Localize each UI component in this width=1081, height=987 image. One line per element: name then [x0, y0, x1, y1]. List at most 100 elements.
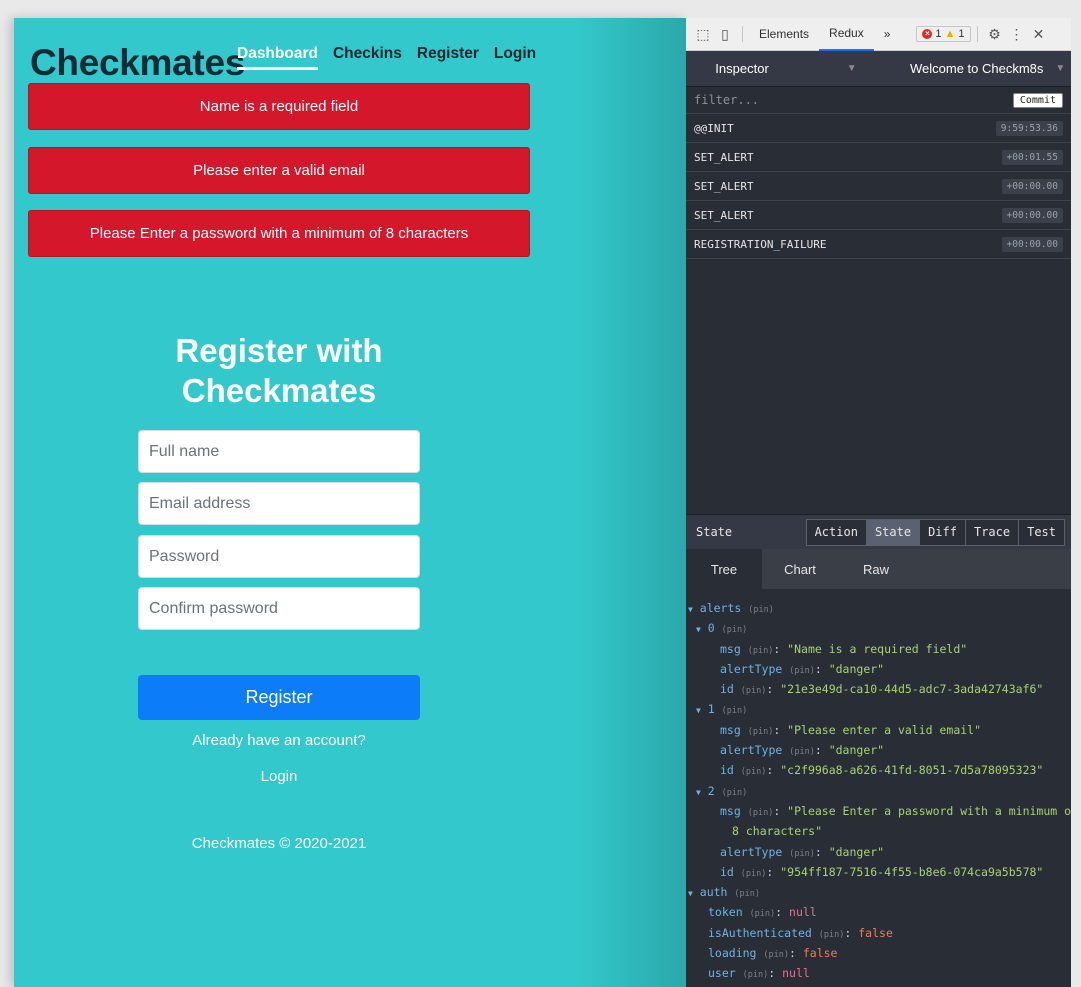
action-name: SET_ALERT: [694, 179, 754, 193]
tree-node-alert-2[interactable]: ▼ 2 (pin): [686, 781, 1071, 801]
settings-gear-icon[interactable]: ⚙: [984, 26, 1006, 43]
nav-login[interactable]: Login: [494, 45, 536, 70]
action-time: +00:01.55: [1001, 149, 1063, 165]
alert-invalid-email: Please enter a valid email: [28, 147, 530, 194]
brand-logo[interactable]: Checkmates: [30, 42, 245, 84]
view-action-button[interactable]: Action: [805, 518, 867, 546]
tree-leaf: isAuthenticated (pin): false: [708, 925, 893, 940]
tree-leaf: token (pin): null: [708, 905, 817, 920]
action-list: @@INIT 9:59:53.36 SET_ALERT +00:01.55 SE…: [686, 114, 1071, 259]
tree-leaf: msg (pin): "Please enter a valid email": [720, 722, 982, 737]
view-switcher: Action State Diff Trace Test: [805, 518, 1065, 546]
main-nav: Dashboard Checkins Register Login: [237, 45, 536, 70]
expand-arrow-icon: ▼: [696, 625, 701, 635]
action-time: +00:00.00: [1001, 236, 1063, 252]
action-name: SET_ALERT: [694, 208, 754, 222]
register-title-line1: Register with: [175, 332, 383, 369]
tree-node-alert-0[interactable]: ▼ 0 (pin): [686, 618, 1071, 638]
view-state-button[interactable]: State: [866, 518, 921, 546]
inspector-monitor-select[interactable]: Inspector ▼: [686, 61, 886, 76]
register-title: Register with Checkmates: [129, 331, 429, 411]
full-name-input[interactable]: [138, 430, 420, 473]
tree-leaf-continuation: 8 characters": [732, 824, 823, 839]
tree-node-auth[interactable]: ▼ auth (pin): [686, 882, 1071, 902]
tree-leaf: alertType (pin): "danger": [720, 743, 885, 758]
action-name: @@INIT: [694, 121, 734, 135]
toolbar-separator: [742, 26, 743, 42]
state-toolbar: State Action State Diff Trace Test: [686, 514, 1071, 549]
app-viewport: Checkmates Dashboard Checkins Register L…: [14, 18, 686, 987]
action-time: +00:00.00: [1001, 207, 1063, 223]
chevron-down-icon: ▼: [846, 63, 857, 74]
nav-register[interactable]: Register: [417, 45, 479, 70]
expand-arrow-icon: ▼: [696, 787, 701, 797]
alert-password-length: Please Enter a password with a minimum o…: [28, 210, 530, 257]
have-account-text: Already have an account?: [192, 732, 366, 749]
filter-input[interactable]: [694, 93, 914, 107]
tree-leaf: user (pin): null: [708, 966, 810, 981]
tree-leaf: id (pin): "c2f996a8-a626-41fd-8051-7d5a7…: [720, 763, 1044, 778]
filter-row: Commit: [686, 87, 1071, 114]
action-row[interactable]: REGISTRATION_FAILURE +00:00.00: [686, 230, 1071, 259]
tree-leaf: loading (pin): false: [708, 946, 838, 961]
view-trace-button[interactable]: Trace: [965, 518, 1020, 546]
more-tabs-chevron[interactable]: »: [874, 18, 901, 51]
action-time: +00:00.00: [1001, 178, 1063, 194]
error-icon: ×: [922, 29, 933, 39]
redux-instance-bar: Inspector ▼ Welcome to Checkm8s ▼: [686, 51, 1071, 87]
instance-select[interactable]: Welcome to Checkm8s ▼: [910, 61, 1065, 76]
tree-leaf: msg (pin): "Please Enter a password with…: [720, 803, 1071, 818]
tree-leaf: msg (pin): "Name is a required field": [720, 641, 968, 656]
chevron-down-icon: ▼: [1055, 63, 1066, 74]
tree-node-alerts[interactable]: ▼ alerts (pin): [686, 598, 1071, 618]
expand-arrow-icon: ▼: [688, 889, 693, 899]
tree-leaf: id (pin): "954ff187-7516-4f55-b8e6-074ca…: [720, 864, 1044, 879]
action-row[interactable]: SET_ALERT +00:00.00: [686, 172, 1071, 201]
subtab-raw[interactable]: Raw: [838, 549, 914, 589]
register-title-line2: Checkmates: [181, 372, 377, 409]
device-toggle-icon[interactable]: ▯: [714, 26, 736, 43]
devtools-toolbar: ⬚ ▯ Elements Redux » × 1 ▲ 1 ⚙ ⋮ ✕: [686, 18, 1071, 51]
nav-dashboard[interactable]: Dashboard: [237, 45, 318, 70]
inspect-element-icon[interactable]: ⬚: [692, 26, 714, 43]
register-button[interactable]: Register: [138, 675, 420, 720]
more-options-icon[interactable]: ⋮: [1006, 26, 1028, 43]
action-name: SET_ALERT: [694, 150, 754, 164]
action-row[interactable]: SET_ALERT +00:00.00: [686, 201, 1071, 230]
close-devtools-icon[interactable]: ✕: [1028, 26, 1050, 43]
view-test-button[interactable]: Test: [1019, 518, 1065, 546]
alert-name-required: Name is a required field: [28, 83, 530, 130]
instance-label: Welcome to Checkm8s: [910, 61, 1044, 76]
state-label: State: [696, 525, 733, 539]
subtab-chart[interactable]: Chart: [762, 549, 838, 589]
subtab-tree[interactable]: Tree: [686, 549, 762, 589]
inspector-label: Inspector: [715, 61, 769, 76]
warning-icon: ▲: [944, 28, 956, 40]
edge-shadow: [576, 18, 686, 987]
nav-checkins[interactable]: Checkins: [333, 45, 402, 70]
action-row[interactable]: SET_ALERT +00:01.55: [686, 143, 1071, 172]
footer-copyright: Checkmates © 2020-2021: [191, 835, 367, 852]
commit-button[interactable]: Commit: [1012, 92, 1063, 108]
devtools-panel: ⬚ ▯ Elements Redux » × 1 ▲ 1 ⚙ ⋮ ✕ Inspe…: [686, 18, 1071, 987]
expand-arrow-icon: ▼: [696, 706, 701, 716]
login-link[interactable]: Login: [129, 768, 429, 785]
action-row[interactable]: @@INIT 9:59:53.36: [686, 114, 1071, 143]
toolbar-separator-2: [976, 26, 978, 42]
tree-leaf: alertType (pin): "danger": [720, 844, 885, 859]
view-diff-button[interactable]: Diff: [920, 518, 966, 546]
issues-badge[interactable]: × 1 ▲ 1: [916, 26, 971, 42]
action-time: 9:59:53.36: [995, 120, 1063, 136]
password-input[interactable]: [138, 535, 420, 578]
expand-arrow-icon: ▼: [688, 605, 693, 614]
tree-leaf: id (pin): "21e3e49d-ca10-44d5-adc7-3ada4…: [720, 682, 1044, 697]
warning-count: 1: [958, 28, 965, 40]
error-count: 1: [935, 28, 942, 40]
tree-node-alert-1[interactable]: ▼ 1 (pin): [686, 699, 1071, 719]
action-name: REGISTRATION_FAILURE: [694, 237, 827, 251]
tree-leaf: alertType (pin): "danger": [720, 661, 885, 676]
tab-elements[interactable]: Elements: [749, 18, 819, 51]
confirm-password-input[interactable]: [138, 587, 420, 630]
email-input[interactable]: [138, 482, 420, 525]
tab-redux[interactable]: Redux: [819, 18, 874, 51]
